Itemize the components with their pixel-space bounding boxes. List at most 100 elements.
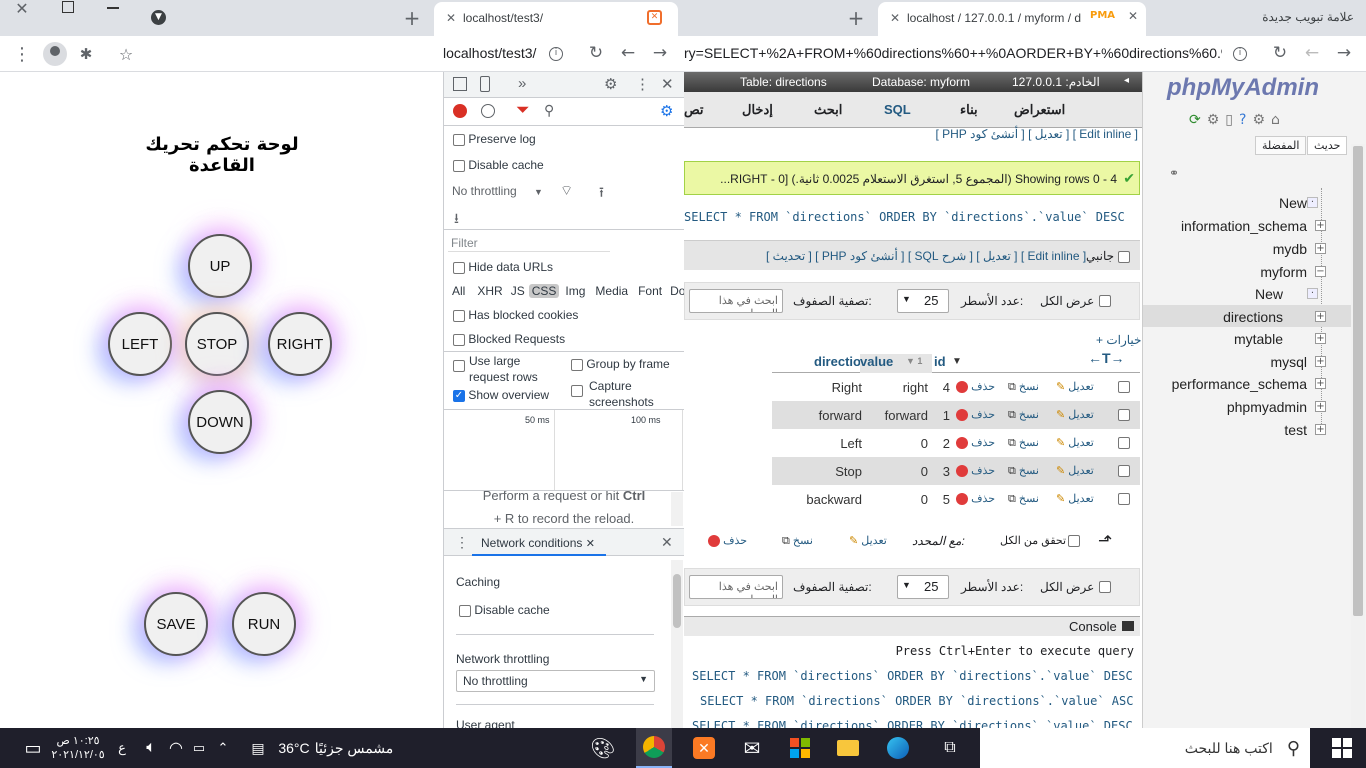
cell-direction[interactable]: forward	[784, 408, 862, 423]
home-icon[interactable]: ⟳	[1189, 112, 1201, 128]
bookmark-star-icon[interactable]: ☆	[116, 44, 136, 64]
cell-id[interactable]: 1	[936, 408, 950, 423]
pma-logo[interactable]: phpMyAdmin	[1167, 74, 1319, 102]
save-button[interactable]: SAVE	[144, 592, 208, 656]
blocked-requests-checkbox[interactable]: Blocked Requests	[453, 332, 565, 346]
type-xhr[interactable]: XHR	[468, 284, 506, 298]
type-css[interactable]: CSS	[528, 284, 560, 298]
task-view-icon[interactable]: ⧉	[934, 728, 966, 768]
cell-direction[interactable]: Stop	[784, 464, 862, 479]
record-icon[interactable]	[453, 104, 467, 118]
filter-funnel-icon[interactable]: ⏷	[516, 100, 530, 120]
cell-value[interactable]: right	[862, 380, 928, 395]
network-overview-timeline[interactable]: 50 ms 100 ms	[444, 410, 684, 490]
type-font[interactable]: Font	[632, 284, 666, 298]
up-button[interactable]: UP	[188, 234, 252, 298]
has-blocked-cookies-checkbox[interactable]: Has blocked cookies	[453, 308, 578, 322]
tab-close-icon-pma[interactable]: ✕	[890, 11, 900, 25]
cell-id[interactable]: 3	[936, 464, 950, 479]
row-delete-button[interactable]: حذف	[956, 408, 995, 422]
cell-value[interactable]: 0	[862, 492, 928, 507]
nav-item-label[interactable]: New	[1255, 286, 1283, 302]
nav-tree-item[interactable]: mysql +	[1143, 350, 1351, 372]
weather-widget-icon[interactable]: ▤	[244, 728, 272, 768]
group-by-frame-checkbox[interactable]: Group by frame	[571, 357, 670, 371]
table-row[interactable]: forward forward 1 حذف ⧉ نسخ ✎ تعديل	[772, 401, 1140, 429]
new-item-icon[interactable]: ·	[1307, 288, 1318, 299]
network-throttling-select[interactable]: No throttling ▼	[456, 670, 655, 692]
new-tab-icon[interactable]: +	[400, 6, 424, 30]
settings-icon[interactable]: ⚙	[1207, 112, 1220, 128]
forward-arrow-icon[interactable]: →	[650, 43, 670, 63]
expand-icon[interactable]: +	[1315, 243, 1326, 254]
close-window-icon[interactable]: ✕	[8, 0, 36, 18]
table-row[interactable]: Right right 4 حذف ⧉ نسخ ✎ تعديل	[772, 373, 1140, 401]
nav-item-label[interactable]: test	[1284, 422, 1307, 438]
down-button[interactable]: DOWN	[188, 390, 252, 454]
row-checkbox[interactable]	[1118, 409, 1130, 421]
cell-value[interactable]: forward	[862, 408, 928, 423]
reload-icon-right[interactable]: ↻	[1270, 43, 1290, 63]
cell-direction[interactable]: Left	[784, 436, 862, 451]
recent-tab[interactable]: حديث	[1307, 136, 1348, 155]
row-copy-button[interactable]: ⧉ نسخ	[1008, 380, 1039, 394]
store-app-icon[interactable]	[784, 728, 816, 768]
favorites-tab[interactable]: المفضلة	[1255, 136, 1307, 155]
settings-gear-icon[interactable]: ⚙	[604, 75, 617, 93]
nav-tree-item[interactable]: information_schema +	[1143, 214, 1351, 236]
bulk-edit-button[interactable]: ✎ تعديل	[849, 534, 887, 547]
large-rows-checkbox[interactable]: Use large request rows	[453, 353, 563, 385]
tab-search[interactable]: ابحث	[814, 102, 842, 118]
cell-id[interactable]: 2	[936, 436, 950, 451]
tab-sql[interactable]: SQL	[884, 102, 911, 117]
tab-browse[interactable]: استعراض	[1014, 102, 1065, 118]
xampp-app-icon[interactable]: ✕	[686, 728, 722, 768]
cell-direction[interactable]: backward	[784, 492, 862, 507]
nav-item-label[interactable]: directions	[1223, 309, 1283, 325]
reload-icon[interactable]: ↻	[586, 43, 606, 63]
collapse-icon[interactable]: ◂	[1124, 75, 1129, 86]
check-all-label[interactable]: تحقق من الكل	[1000, 534, 1066, 547]
nav-tree-item[interactable]: New ·	[1143, 282, 1351, 304]
type-img[interactable]: Img	[559, 284, 589, 298]
close-drawer-icon[interactable]: ✕	[661, 534, 673, 551]
capture-screenshots-checkbox[interactable]: Capture screenshots	[571, 378, 671, 410]
forward-arrow-icon-right[interactable]: →	[1334, 43, 1354, 63]
tab-close-icon-new[interactable]: ✕	[1128, 9, 1138, 23]
cell-value[interactable]: 0	[862, 464, 928, 479]
row-copy-button[interactable]: ⧉ نسخ	[1008, 464, 1039, 478]
volume-icon[interactable]: 🔈︎	[140, 728, 162, 768]
right-button[interactable]: RIGHT	[268, 312, 332, 376]
inspect-icon[interactable]	[453, 77, 467, 91]
docs-icon[interactable]: ▯	[1225, 112, 1233, 128]
more-icon[interactable]: ⋮	[12, 44, 32, 65]
minimize-icon[interactable]	[107, 7, 119, 9]
hide-data-urls-checkbox[interactable]: Hide data URLs	[453, 260, 553, 274]
expand-icon[interactable]: +	[1315, 378, 1326, 389]
nav-tree-item[interactable]: New ·	[1143, 191, 1351, 213]
config-icon[interactable]: ⚙	[1252, 112, 1265, 128]
cell-id[interactable]: 4	[936, 380, 950, 395]
nav-item-label[interactable]: mytable	[1234, 331, 1283, 347]
url-text[interactable]: localhost/test3/	[443, 45, 536, 61]
edge-app-icon[interactable]	[882, 728, 914, 768]
nav-item-label[interactable]: myform	[1260, 264, 1307, 280]
tab-network-conditions[interactable]: Network conditions ✕	[472, 529, 606, 556]
back-arrow-icon-right[interactable]: ←	[1302, 43, 1322, 63]
row-delete-button[interactable]: حذف	[956, 436, 995, 450]
cell-id[interactable]: 5	[936, 492, 950, 507]
console-line-1[interactable]: SELECT * FROM `directions` ORDER BY `dir…	[692, 669, 1142, 683]
wifi-conditions-icon[interactable]: ⌔	[560, 182, 573, 200]
battery-icon[interactable]: ▭	[188, 728, 210, 768]
col-id[interactable]: id	[934, 354, 946, 369]
tab-structure[interactable]: بناء	[960, 102, 978, 118]
check-all-checkbox[interactable]	[1068, 535, 1080, 547]
tab-insert[interactable]: إدخال	[742, 102, 773, 118]
type-doc[interactable]: Do	[666, 284, 684, 298]
breadcrumb-table[interactable]: Table: directions	[740, 75, 827, 89]
edit-links-top[interactable]: [ Edit inline ] [ تعديل ] [ أنشئ كود PHP…	[935, 127, 1138, 141]
col-options-icon[interactable]: ▼	[952, 356, 962, 367]
tab-phpmyadmin[interactable]: ✕ localhost / 127.0.0.1 / myform / d PMA	[878, 2, 1146, 36]
row-copy-button[interactable]: ⧉ نسخ	[1008, 492, 1039, 506]
preserve-log-checkbox[interactable]: Preserve log	[453, 132, 536, 146]
